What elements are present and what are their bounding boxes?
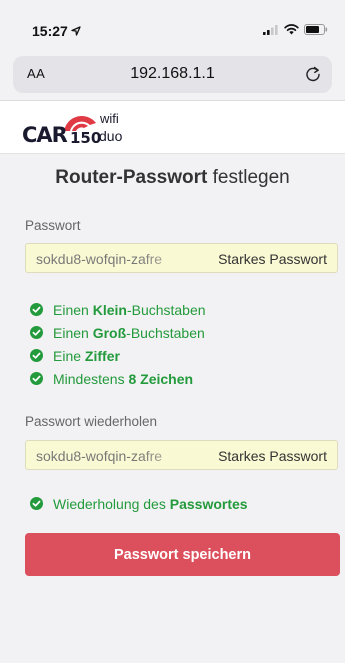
logo-signal-arc-icon	[64, 115, 96, 131]
reload-icon[interactable]	[304, 65, 322, 83]
logo-variant: duo	[99, 128, 123, 144]
check-circle-icon	[30, 497, 43, 510]
check-circle-icon	[30, 303, 43, 316]
logo-brand: CAR	[22, 123, 68, 147]
confirm-requirements: Wiederholung des Passwortes	[30, 492, 248, 515]
password-requirements: Einen Klein-Buchstaben Einen Groß-Buchst…	[30, 298, 206, 390]
save-password-button[interactable]: Passwort speichern	[25, 533, 340, 576]
password-value[interactable]: sokdu8-wofqin-zafre	[36, 251, 196, 267]
requirement-min-length-text: Mindestens 8 Zeichen	[53, 370, 194, 387]
password-strength: Starkes Passwort	[218, 251, 327, 267]
confirm-password-label: Passwort wiederholen	[25, 414, 158, 429]
confirm-password-value[interactable]: sokdu8-wofqin-zafre	[36, 448, 196, 464]
check-circle-icon	[30, 326, 43, 339]
battery-icon	[304, 24, 328, 35]
password-field[interactable]: sokdu8-wofqin-zafre Starkes Passwort	[25, 243, 338, 273]
status-bar: 15:27	[0, 0, 345, 50]
page-title-rest: festlegen	[212, 167, 290, 188]
address-bar[interactable]: AA 192.168.1.1	[13, 56, 332, 93]
logo-wifi: wifi	[100, 111, 119, 126]
requirement-uppercase-text: Einen Groß-Buchstaben	[53, 324, 205, 341]
requirement-lowercase: Einen Klein-Buchstaben	[30, 298, 206, 321]
header: CAR 150 wifi duo	[0, 101, 345, 154]
check-circle-icon	[30, 372, 43, 385]
requirement-digit-text: Eine Ziffer	[53, 347, 120, 364]
confirm-password-field[interactable]: sokdu8-wofqin-zafre Starkes Passwort	[25, 440, 338, 470]
logo-model: 150	[70, 129, 102, 147]
confirm-password-strength: Starkes Passwort	[218, 448, 327, 464]
requirement-lowercase-text: Einen Klein-Buchstaben	[53, 301, 206, 318]
cellular-signal-icon	[263, 24, 278, 35]
requirement-uppercase: Einen Groß-Buchstaben	[30, 321, 206, 344]
password-label: Passwort	[25, 218, 81, 233]
requirement-min-length: Mindestens 8 Zeichen	[30, 367, 206, 390]
clock-text: 15:27	[32, 23, 68, 39]
car150-wifi-duo-logo: CAR 150 wifi duo	[22, 109, 152, 149]
status-icons	[263, 24, 328, 35]
requirement-repeat-match-text: Wiederholung des Passwortes	[53, 495, 248, 512]
page-title-bold: Router-Passwort	[55, 167, 208, 188]
requirement-repeat-match: Wiederholung des Passwortes	[30, 492, 248, 515]
page-title: Router-Passwort festlegen	[0, 167, 345, 189]
url-text[interactable]: 192.168.1.1	[13, 65, 332, 83]
check-circle-icon	[30, 349, 43, 362]
wifi-icon	[284, 24, 299, 35]
status-time: 15:27	[32, 23, 81, 39]
location-arrow-icon	[71, 26, 81, 36]
requirement-digit: Eine Ziffer	[30, 344, 206, 367]
page: CAR 150 wifi duo Router-Passwort festleg…	[0, 100, 345, 663]
